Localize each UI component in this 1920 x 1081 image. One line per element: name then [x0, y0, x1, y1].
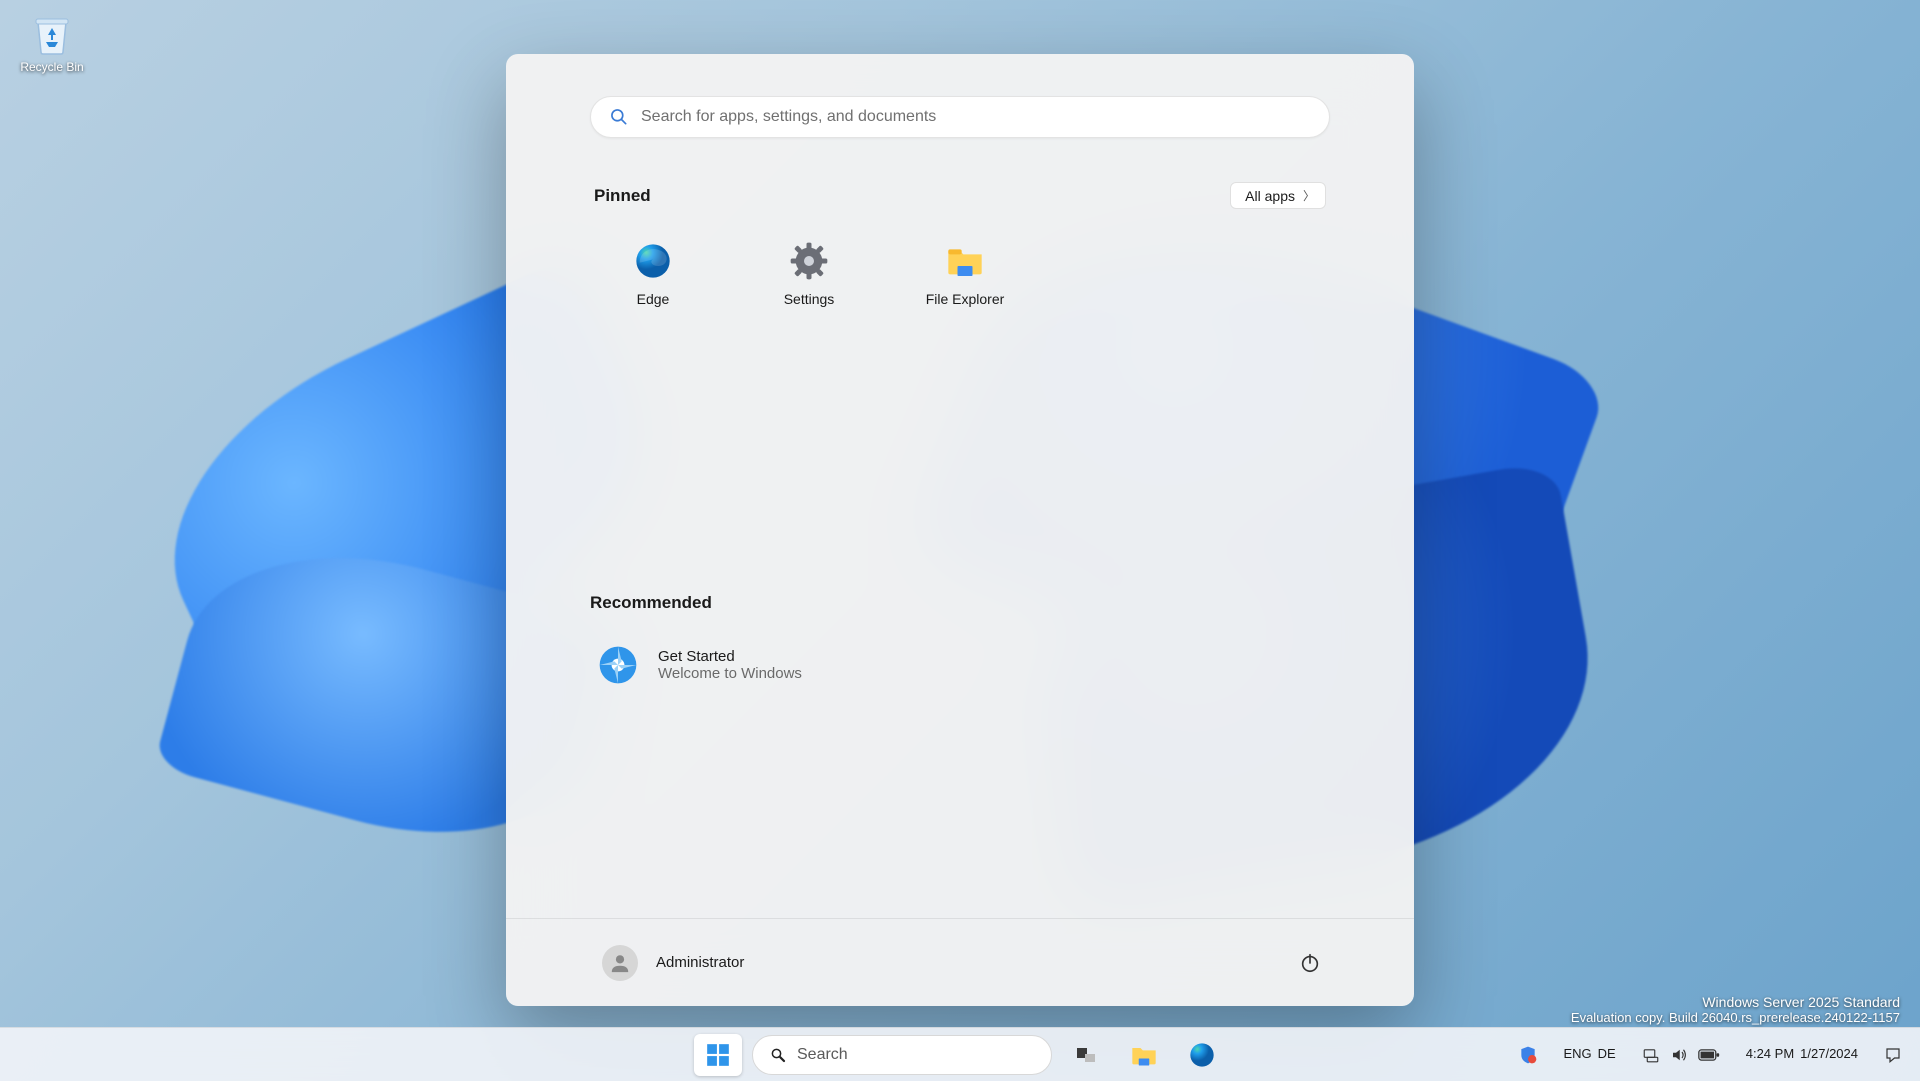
pinned-app-label: Settings	[784, 291, 835, 307]
taskbar-start-button[interactable]	[694, 1034, 742, 1076]
taskbar-search-box[interactable]: Search	[752, 1035, 1052, 1075]
windows-logo-icon	[705, 1042, 731, 1068]
pinned-app-label: Edge	[637, 291, 670, 307]
power-icon	[1299, 952, 1321, 974]
all-apps-button[interactable]: All apps 〉	[1230, 182, 1326, 209]
taskbar-task-view-button[interactable]	[1062, 1034, 1110, 1076]
clock-time: 4:24 PM	[1746, 1047, 1794, 1062]
clock-date: 1/27/2024	[1800, 1047, 1858, 1062]
user-icon	[609, 952, 631, 974]
start-menu: Pinned All apps 〉	[506, 54, 1414, 1006]
recycle-bin-icon	[28, 10, 76, 58]
recommended-item-subtitle: Welcome to Windows	[658, 665, 802, 682]
recommended-item-get-started[interactable]: Get Started Welcome to Windows	[590, 637, 1330, 693]
username-label: Administrator	[656, 954, 744, 971]
shield-icon	[1518, 1045, 1538, 1065]
start-search-box[interactable]	[590, 96, 1330, 138]
tray-security-icon[interactable]	[1512, 1041, 1544, 1069]
task-view-icon	[1074, 1043, 1098, 1067]
network-icon	[1642, 1046, 1660, 1064]
watermark-build: Evaluation copy. Build 26040.rs_prerelea…	[1571, 1010, 1900, 1025]
pinned-title: Pinned	[594, 186, 651, 206]
watermark-product: Windows Server 2025 Standard	[1571, 994, 1900, 1010]
tray-system-icons[interactable]	[1636, 1042, 1726, 1068]
search-icon	[769, 1046, 787, 1064]
edge-icon	[1188, 1041, 1216, 1069]
folder-icon	[1130, 1041, 1158, 1069]
language-primary: ENG	[1564, 1047, 1592, 1061]
search-icon	[609, 107, 629, 127]
pinned-app-edge[interactable]: Edge	[590, 235, 716, 313]
pinned-app-file-explorer[interactable]: File Explorer	[902, 235, 1028, 313]
recommended-item-title: Get Started	[658, 648, 802, 665]
folder-icon	[945, 241, 985, 281]
battery-icon	[1698, 1046, 1720, 1064]
notification-icon	[1884, 1046, 1902, 1064]
pinned-app-label: File Explorer	[926, 291, 1005, 307]
chevron-right-icon: 〉	[1303, 187, 1315, 204]
power-button[interactable]	[1290, 943, 1330, 983]
taskbar: Search	[0, 1027, 1920, 1081]
volume-icon	[1670, 1046, 1688, 1064]
user-account-button[interactable]: Administrator	[590, 937, 756, 989]
taskbar-app-file-explorer[interactable]	[1120, 1034, 1168, 1076]
desktop-icon-recycle-bin[interactable]: Recycle Bin	[12, 10, 92, 74]
taskbar-search-label: Search	[797, 1046, 848, 1064]
pinned-app-settings[interactable]: Settings	[746, 235, 872, 313]
edge-icon	[633, 241, 673, 281]
start-search-input[interactable]	[641, 108, 1311, 126]
tray-language-button[interactable]: ENG DE	[1558, 1043, 1622, 1065]
desktop-icon-label: Recycle Bin	[20, 60, 83, 74]
gear-icon	[789, 241, 829, 281]
avatar	[602, 945, 638, 981]
recommended-title: Recommended	[590, 593, 1330, 613]
pinned-apps-grid: Edge Setting	[590, 235, 1330, 313]
tray-notifications-button[interactable]	[1878, 1042, 1908, 1068]
get-started-icon	[596, 643, 640, 687]
windows-watermark: Windows Server 2025 Standard Evaluation …	[1571, 994, 1900, 1025]
taskbar-app-edge[interactable]	[1178, 1034, 1226, 1076]
all-apps-label: All apps	[1245, 188, 1295, 204]
tray-clock[interactable]: 4:24 PM 1/27/2024	[1740, 1043, 1864, 1066]
language-secondary: DE	[1598, 1047, 1616, 1061]
